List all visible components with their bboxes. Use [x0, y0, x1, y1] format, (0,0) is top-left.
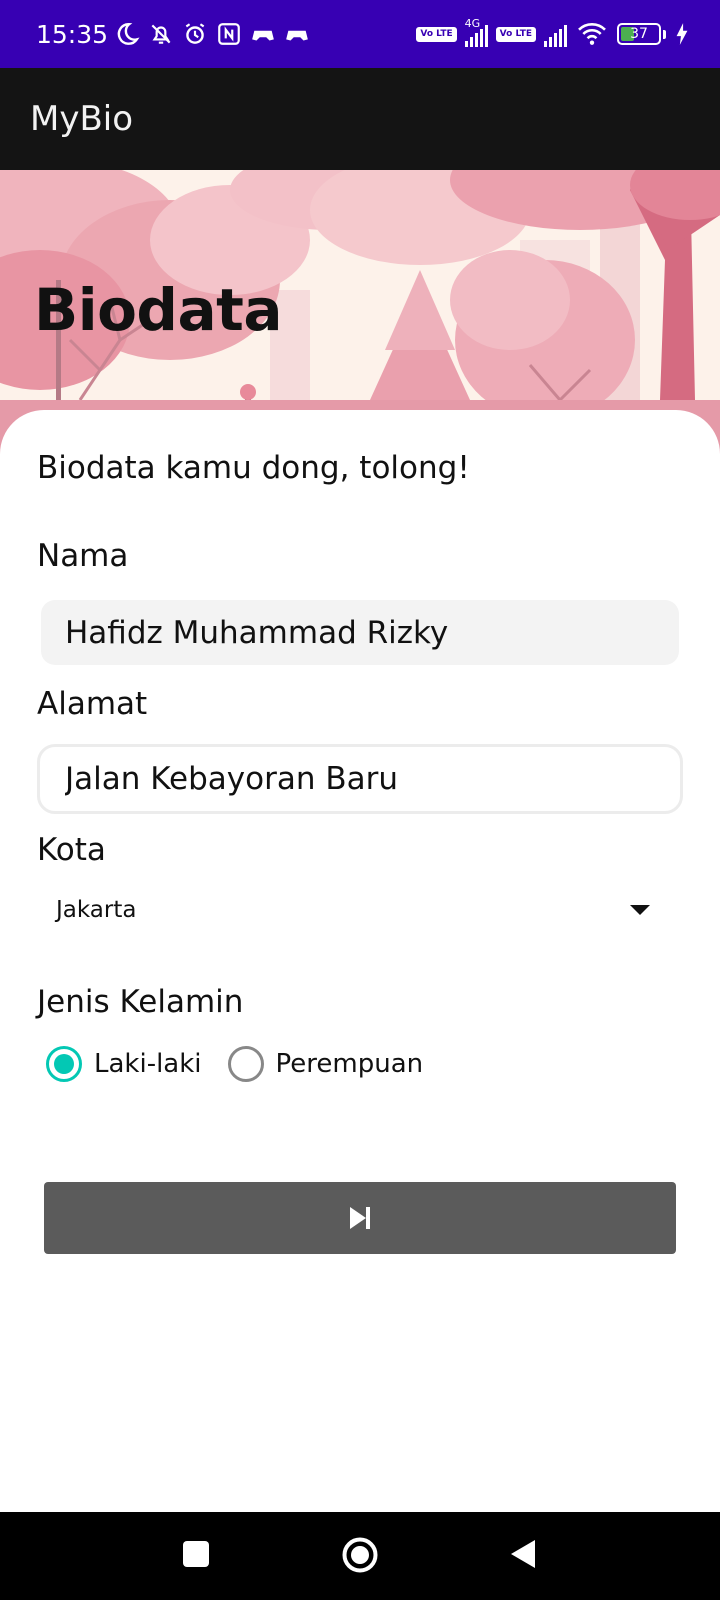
volte-badge-2: Vo LTE: [495, 26, 536, 42]
radio-option-laki-laki[interactable]: Laki-laki: [46, 1046, 202, 1082]
network-type-label: 4G: [464, 17, 481, 30]
app-bar: MyBio: [0, 68, 720, 170]
wifi-icon: [575, 21, 609, 47]
kota-label: Kota: [37, 832, 106, 868]
battery-level: 37: [630, 26, 648, 42]
hero-title: Biodata: [34, 276, 282, 344]
moon-icon: [114, 21, 140, 47]
radio-option-perempuan[interactable]: Perempuan: [227, 1046, 424, 1082]
game-icon: [250, 21, 276, 47]
mute-icon: [148, 21, 174, 47]
charging-bolt-icon: [674, 21, 690, 47]
radio-checked-icon[interactable]: [46, 1046, 82, 1082]
alamat-label: Alamat: [37, 686, 148, 722]
radio-label-perempuan: Perempuan: [275, 1049, 424, 1079]
next-button[interactable]: [44, 1182, 676, 1254]
battery-cap: [663, 29, 666, 39]
signal-icon: [544, 21, 567, 47]
radio-label-laki-laki: Laki-laki: [94, 1049, 202, 1079]
app-title: MyBio: [30, 99, 134, 139]
battery-icon: 37: [617, 23, 661, 45]
form-subtitle: Biodata kamu dong, tolong!: [37, 450, 470, 486]
nama-label: Nama: [37, 538, 129, 574]
radio-dot: [54, 1054, 74, 1074]
radio-unchecked-icon[interactable]: [227, 1046, 264, 1082]
nama-input[interactable]: [41, 600, 679, 665]
volte-badge-1: Vo LTE: [416, 26, 457, 42]
alarm-icon: [182, 21, 208, 47]
gender-radio-group: Laki-laki Perempuan: [46, 1046, 423, 1082]
recents-square-icon[interactable]: [182, 1540, 210, 1568]
form-card: Biodata kamu dong, tolong! Nama Alamat K…: [0, 410, 720, 1512]
kota-selected-value: Jakarta: [56, 897, 137, 923]
skip-next-icon: [346, 1204, 374, 1232]
system-nav-bar: [0, 1512, 720, 1600]
home-circle-icon[interactable]: [341, 1536, 379, 1574]
status-bar: 15:35 Vo LTE 4G Vo LTE 37: [0, 0, 720, 68]
status-notification-icons: [114, 21, 310, 47]
nfc-icon: [216, 21, 242, 47]
alamat-input[interactable]: [37, 744, 683, 814]
signal-4g-icon: 4G: [464, 17, 488, 47]
game-icon-2: [284, 21, 310, 47]
back-triangle-icon[interactable]: [509, 1538, 537, 1570]
kota-dropdown[interactable]: Jakarta: [40, 880, 660, 940]
status-system-icons: Vo LTE 4G Vo LTE 37: [416, 17, 690, 47]
jenis-kelamin-label: Jenis Kelamin: [37, 984, 244, 1020]
dropdown-arrow-icon: [630, 905, 650, 915]
status-time: 15:35: [36, 19, 109, 49]
